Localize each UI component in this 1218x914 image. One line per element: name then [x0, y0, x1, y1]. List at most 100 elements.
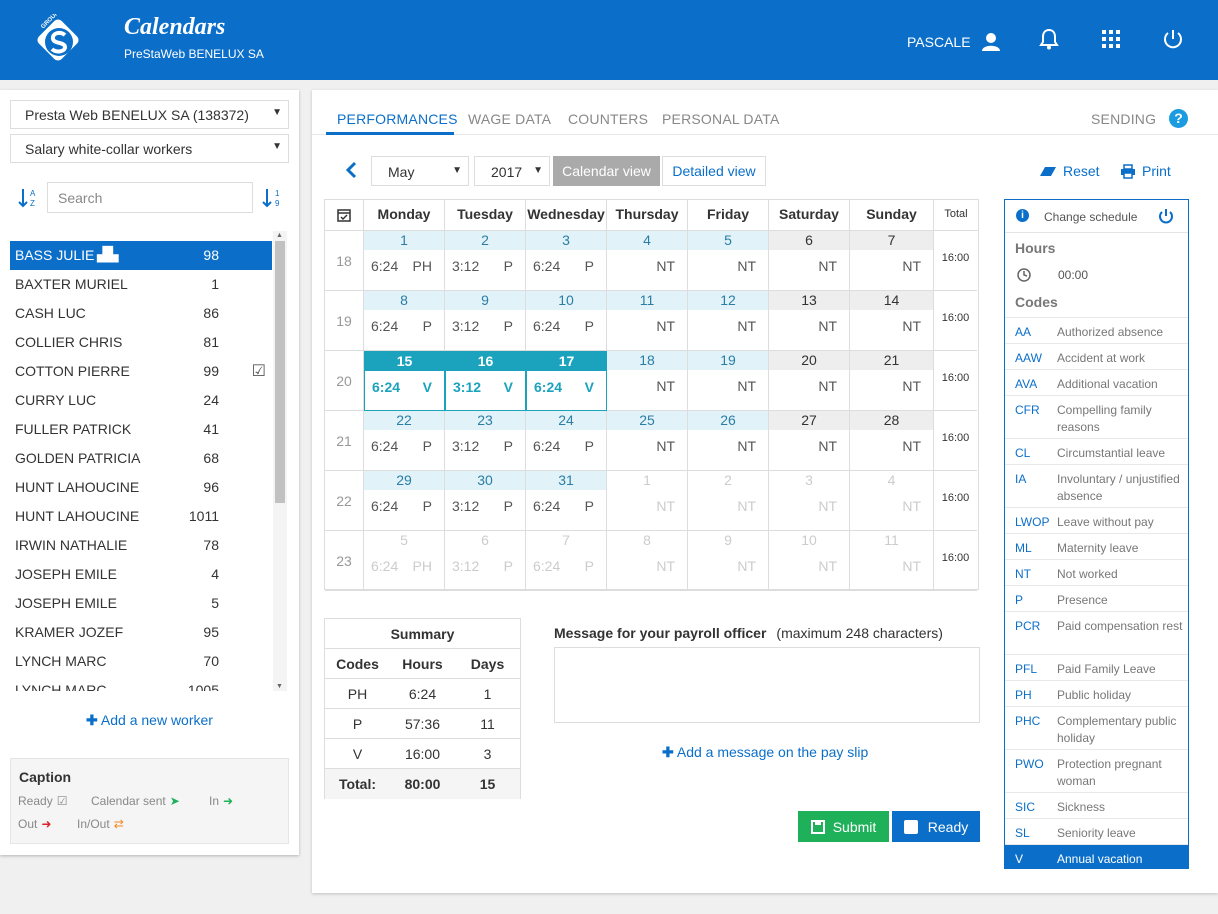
- calendar-day[interactable]: 12 NT: [688, 291, 769, 351]
- power-icon[interactable]: [1162, 28, 1184, 50]
- tab-performances[interactable]: PERFORMANCES: [337, 111, 458, 127]
- sending-link[interactable]: SENDING: [1091, 111, 1156, 127]
- worker-row[interactable]: HUNT LAHOUCINE 1011: [10, 502, 272, 531]
- absence-code-item[interactable]: PHC Complementary public holiday: [1005, 706, 1188, 749]
- sort-alpha-icon[interactable]: AZ: [18, 187, 40, 209]
- calendar-day[interactable]: 10 6:24 P: [526, 291, 607, 351]
- change-schedule-bar[interactable]: i Change schedule: [1005, 200, 1188, 233]
- calendar-day[interactable]: 4 NT: [607, 231, 688, 291]
- tab-wage-data[interactable]: WAGE DATA: [468, 111, 551, 127]
- absence-code-item[interactable]: V Annual vacation: [1005, 844, 1188, 869]
- calendar-day[interactable]: 3 NT: [769, 471, 850, 531]
- calendar-day[interactable]: 8 6:24 P: [364, 291, 445, 351]
- submit-button[interactable]: Submit: [798, 811, 889, 842]
- calendar-day[interactable]: 1 NT: [607, 471, 688, 531]
- scroll-down-icon[interactable]: ▼: [276, 683, 283, 690]
- calendar-day[interactable]: 9 3:12 P: [445, 291, 526, 351]
- calendar-day[interactable]: 14 NT: [850, 291, 934, 351]
- hours-input[interactable]: 00:00: [1005, 268, 1188, 290]
- absence-code-item[interactable]: IA Involuntary / unjustified absence: [1005, 464, 1188, 507]
- group-s-logo[interactable]: GROUP S: [32, 14, 84, 66]
- absence-code-item[interactable]: P Presence: [1005, 585, 1188, 611]
- calendar-day[interactable]: 4 NT: [850, 471, 934, 531]
- user-menu[interactable]: PASCALE: [907, 32, 1001, 52]
- scroll-thumb[interactable]: [275, 241, 285, 503]
- calendar-day[interactable]: 24 6:24 P: [526, 411, 607, 471]
- calendar-day[interactable]: 25 NT: [607, 411, 688, 471]
- apps-grid-icon[interactable]: [1100, 28, 1122, 50]
- calendar-day[interactable]: 31 6:24 P: [526, 471, 607, 531]
- absence-code-item[interactable]: SIC Sickness: [1005, 792, 1188, 818]
- absence-code-item[interactable]: LWOP Leave without pay: [1005, 507, 1188, 533]
- calendar-day[interactable]: 13 NT: [769, 291, 850, 351]
- absence-code-item[interactable]: PFL Paid Family Leave: [1005, 654, 1188, 680]
- calendar-day[interactable]: 20 NT: [769, 351, 850, 411]
- calendar-day[interactable]: 7 6:24 P: [526, 531, 607, 591]
- ready-button[interactable]: Ready: [892, 811, 980, 842]
- worker-row[interactable]: COTTON PIERRE 99 ☑: [10, 357, 272, 386]
- calendar-day[interactable]: 3 6:24 P: [526, 231, 607, 291]
- worker-row[interactable]: JOSEPH EMILE 5: [10, 589, 272, 618]
- print-button[interactable]: Print: [1120, 163, 1171, 179]
- calendar-day[interactable]: 5 6:24 PH: [364, 531, 445, 591]
- calendar-day[interactable]: 2 NT: [688, 471, 769, 531]
- help-icon[interactable]: ?: [1169, 109, 1188, 128]
- absence-code-item[interactable]: SL Seniority leave: [1005, 818, 1188, 844]
- worker-row[interactable]: BAXTER MURIEL 1: [10, 270, 272, 299]
- calendar-day[interactable]: 30 3:12 P: [445, 471, 526, 531]
- absence-code-item[interactable]: AAW Accident at work: [1005, 343, 1188, 369]
- worker-row[interactable]: LYNCH MARC 70: [10, 647, 272, 676]
- worker-row[interactable]: BASS JULIE 98 ▟▙: [10, 241, 272, 270]
- scroll-up-icon[interactable]: ▲: [276, 232, 283, 239]
- calendar-day[interactable]: 8 NT: [607, 531, 688, 591]
- worker-row[interactable]: IRWIN NATHALIE 78: [10, 531, 272, 560]
- worker-row[interactable]: CASH LUC 86: [10, 299, 272, 328]
- calendar-day[interactable]: 5 NT: [688, 231, 769, 291]
- worker-row[interactable]: CURRY LUC 24: [10, 386, 272, 415]
- worker-row[interactable]: COLLIER CHRIS 81: [10, 328, 272, 357]
- absence-code-item[interactable]: ML Maternity leave: [1005, 533, 1188, 559]
- company-select[interactable]: Presta Web BENELUX SA (138372) ▼: [10, 100, 289, 129]
- absence-code-item[interactable]: AA Authorized absence: [1005, 317, 1188, 343]
- message-textarea[interactable]: [554, 647, 980, 723]
- calendar-day[interactable]: 1 6:24 PH: [364, 231, 445, 291]
- calendar-day[interactable]: 10 NT: [769, 531, 850, 591]
- absence-code-item[interactable]: CFR Compelling family reasons: [1005, 395, 1188, 438]
- reset-button[interactable]: Reset: [1039, 163, 1100, 179]
- worker-row[interactable]: JOSEPH EMILE 4: [10, 560, 272, 589]
- detailed-view-button[interactable]: Detailed view: [662, 156, 766, 186]
- absence-code-item[interactable]: PH Public holiday: [1005, 680, 1188, 706]
- calendar-day[interactable]: 2 3:12 P: [445, 231, 526, 291]
- add-payslip-message-button[interactable]: ✚ Add a message on the pay slip: [662, 744, 868, 761]
- worker-row[interactable]: FULLER PATRICK 41: [10, 415, 272, 444]
- calendar-day[interactable]: 11 NT: [850, 531, 934, 591]
- scrollbar[interactable]: ▲ ▼: [273, 231, 287, 691]
- bell-icon[interactable]: [1038, 28, 1060, 50]
- absence-code-item[interactable]: AVA Additional vacation: [1005, 369, 1188, 395]
- calendar-day[interactable]: 29 6:24 P: [364, 471, 445, 531]
- calendar-day[interactable]: 21 NT: [850, 351, 934, 411]
- chevron-left-icon[interactable]: [344, 160, 358, 180]
- calendar-day[interactable]: 17 6:24 V: [526, 351, 607, 411]
- calendar-day[interactable]: 15 6:24 V: [364, 351, 445, 411]
- calendar-day[interactable]: 16 3:12 V: [445, 351, 526, 411]
- calendar-day[interactable]: 9 NT: [688, 531, 769, 591]
- month-select[interactable]: May ▼: [371, 156, 469, 186]
- tab-personal-data[interactable]: PERSONAL DATA: [662, 111, 779, 127]
- calendar-day[interactable]: 6 3:12 P: [445, 531, 526, 591]
- add-worker-button[interactable]: ✚ Add a new worker: [0, 712, 299, 729]
- worker-row[interactable]: LYNCH MARC 1005: [10, 676, 272, 691]
- calendar-day[interactable]: 27 NT: [769, 411, 850, 471]
- calendar-day[interactable]: 19 NT: [688, 351, 769, 411]
- search-input[interactable]: Search: [47, 182, 253, 213]
- calendar-day[interactable]: 23 3:12 P: [445, 411, 526, 471]
- calendar-view-button[interactable]: Calendar view: [553, 156, 660, 186]
- calendar-day[interactable]: 22 6:24 P: [364, 411, 445, 471]
- tab-counters[interactable]: COUNTERS: [568, 111, 648, 127]
- worker-row[interactable]: GOLDEN PATRICIA 68: [10, 444, 272, 473]
- calendar-day[interactable]: 26 NT: [688, 411, 769, 471]
- absence-code-item[interactable]: PCR Paid compensation rest: [1005, 611, 1188, 654]
- calendar-day[interactable]: 18 NT: [607, 351, 688, 411]
- worker-row[interactable]: KRAMER JOZEF 95: [10, 618, 272, 647]
- absence-code-item[interactable]: NT Not worked: [1005, 559, 1188, 585]
